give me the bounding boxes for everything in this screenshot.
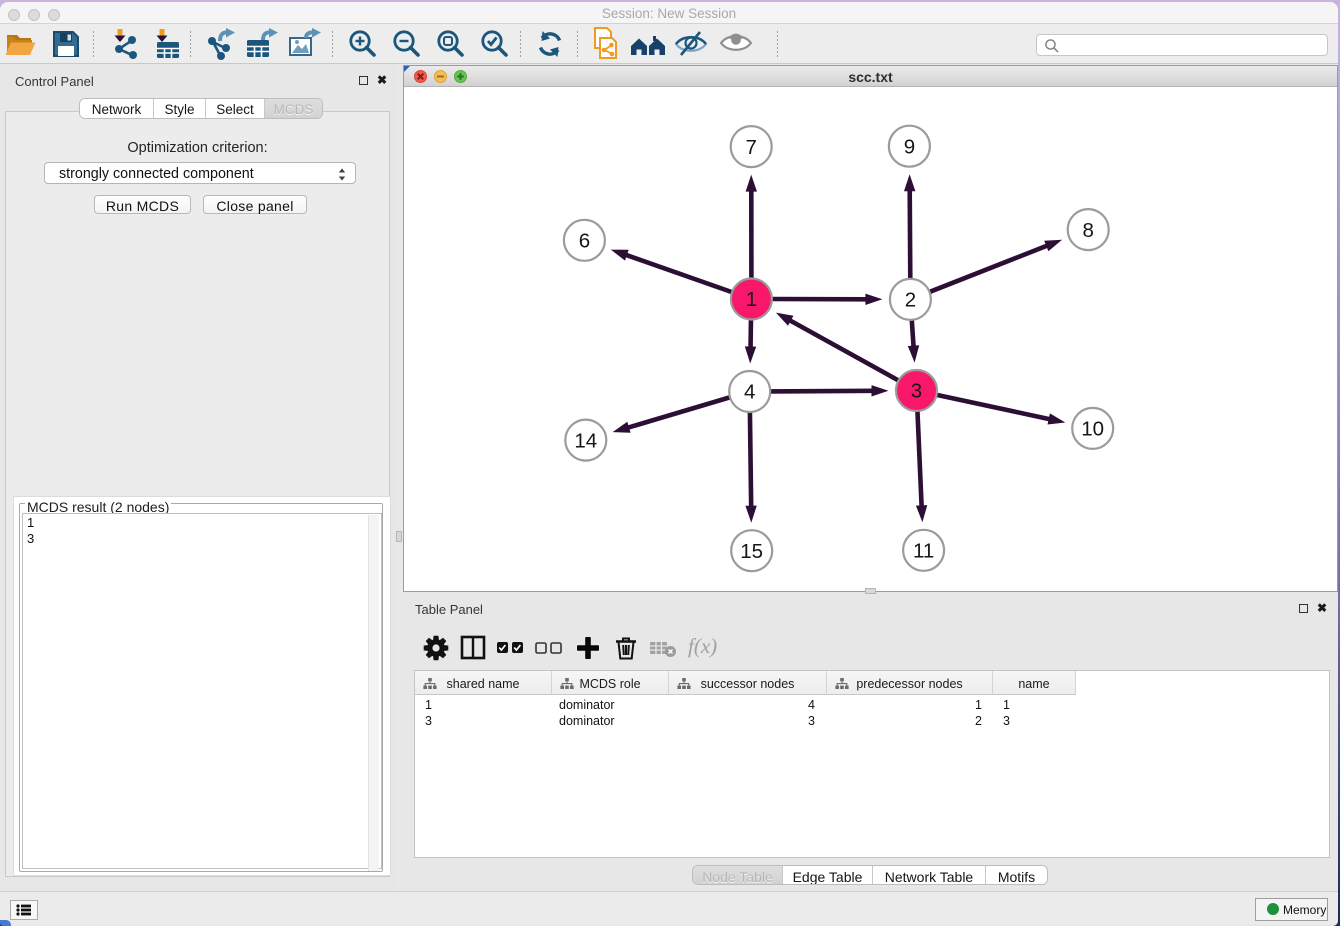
- svg-text:6: 6: [579, 230, 590, 253]
- svg-text:14: 14: [574, 429, 597, 452]
- svg-text:9: 9: [904, 135, 915, 158]
- svg-text:2: 2: [905, 289, 916, 312]
- svg-text:1: 1: [746, 288, 757, 311]
- svg-text:4: 4: [744, 381, 755, 404]
- svg-text:3: 3: [911, 380, 922, 403]
- svg-text:15: 15: [740, 540, 763, 563]
- svg-text:8: 8: [1082, 219, 1093, 242]
- svg-text:11: 11: [913, 540, 934, 563]
- svg-text:7: 7: [745, 136, 756, 159]
- svg-text:10: 10: [1081, 418, 1104, 441]
